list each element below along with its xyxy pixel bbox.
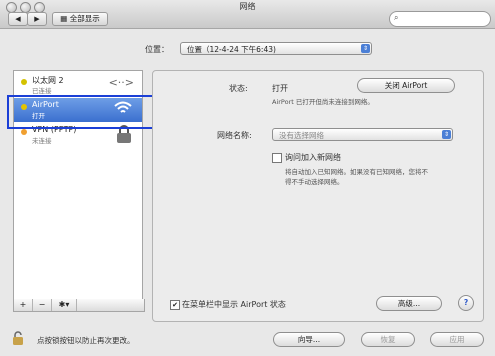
advanced-button[interactable]: 高级... (376, 296, 442, 311)
status-dot-icon (21, 79, 27, 85)
search-icon: ⌕ (394, 13, 399, 22)
ask-join-checkbox[interactable] (272, 153, 282, 163)
add-service-button[interactable]: + (14, 299, 33, 311)
search-input[interactable]: ⌕ (389, 11, 491, 27)
chevron-updown-icon: ⇕ (361, 44, 370, 53)
network-name-select[interactable]: 没有选择网络 ⇕ (272, 128, 453, 141)
padlock-icon[interactable] (12, 331, 24, 347)
apply-button[interactable]: 应用 (430, 332, 484, 347)
service-status: 已连接 (32, 87, 52, 95)
action-menu-button[interactable]: ✱▾ (52, 299, 77, 311)
status-description: AirPort 已打开但尚未连接到网络。 (272, 98, 374, 106)
ethernet-icon: <··> (108, 76, 134, 89)
forward-button[interactable]: ▶ (27, 12, 47, 26)
location-select[interactable]: 位置（12-4-24 下午6:43) ⇕ (180, 42, 372, 55)
service-item-ethernet[interactable]: 以太网 2 已连接 <··> (14, 73, 142, 97)
turn-off-airport-button[interactable]: 关闭 AirPort (357, 78, 455, 93)
chevron-updown-icon: ⇕ (442, 130, 451, 139)
revert-button[interactable]: 恢复 (361, 332, 415, 347)
status-label: 状态: (229, 84, 248, 93)
show-all-button[interactable]: ▦ 全部显示 (52, 12, 108, 26)
help-button[interactable]: ? (458, 295, 474, 311)
status-value: 打开 (272, 84, 288, 93)
remove-service-button[interactable]: − (33, 299, 52, 311)
status-dot-icon (21, 129, 27, 135)
service-list-toolbar: + − ✱▾ (13, 299, 145, 312)
location-value: 位置（12-4-24 下午6:43) (187, 45, 276, 54)
ask-join-description-line1: 将自动加入已知网络。如果没有已知网络，您将不 (285, 168, 428, 176)
service-status: 未连接 (32, 137, 52, 145)
back-button[interactable]: ◀ (8, 12, 28, 26)
selection-highlight (7, 95, 159, 129)
location-label: 位置： (145, 45, 169, 54)
network-name-label: 网络名称: (217, 131, 252, 140)
ask-join-label: 询问加入新网络 (285, 153, 341, 162)
grid-icon: ▦ (60, 14, 70, 23)
ask-join-description-line2: 得不手动选择网络。 (285, 178, 344, 186)
lock-hint-text: 点按锁按钮以防止再次更改。 (37, 336, 135, 345)
show-in-menu-label: 在菜单栏中显示 AirPort 状态 (182, 300, 286, 309)
network-name-value: 没有选择网络 (279, 131, 324, 140)
show-in-menu-checkbox[interactable]: ✔ (170, 300, 180, 310)
detail-panel (152, 70, 484, 322)
assist-me-button[interactable]: 向导... (273, 332, 345, 347)
show-all-label: 全部显示 (69, 14, 100, 23)
